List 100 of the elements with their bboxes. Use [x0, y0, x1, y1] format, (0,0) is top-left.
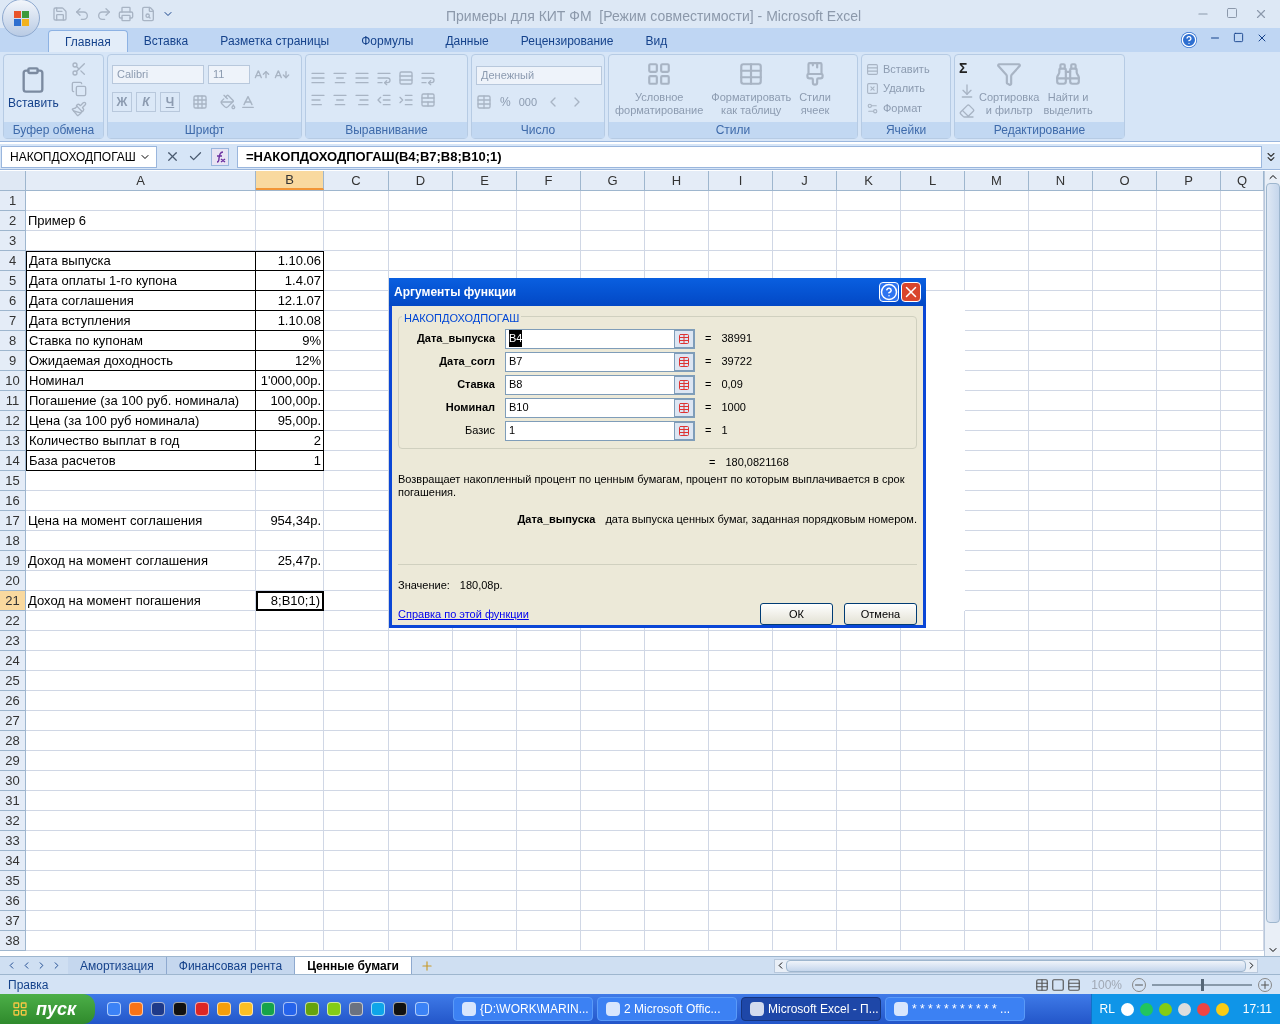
row-header[interactable]: 8 [0, 331, 26, 351]
row-header[interactable]: 13 [0, 431, 26, 451]
column-header[interactable]: F [517, 171, 581, 190]
column-header[interactable]: J [773, 171, 837, 190]
collapse-dialog-icon[interactable] [674, 421, 694, 440]
sheet-tab[interactable]: Ценные бумаги [295, 956, 412, 975]
help-icon[interactable] [879, 282, 899, 302]
row-header[interactable]: 7 [0, 311, 26, 331]
taskbar-button[interactable]: Microsoft Excel - П... [741, 997, 881, 1021]
close-icon[interactable] [1256, 32, 1268, 44]
column-header[interactable]: H [645, 171, 709, 190]
paste-button[interactable]: Вставить [8, 93, 59, 112]
row-header[interactable]: 35 [0, 871, 26, 891]
cancel-icon[interactable] [165, 149, 180, 164]
zoom-slider[interactable] [1152, 978, 1252, 991]
row-header[interactable]: 5 [0, 271, 26, 291]
row-header[interactable]: 27 [0, 711, 26, 731]
column-header[interactable]: C [324, 171, 389, 190]
argument-field[interactable]: B10 [505, 397, 695, 418]
ribbon-tab[interactable]: Вставка [127, 30, 205, 52]
cancel-button[interactable]: Отмена [844, 603, 917, 625]
row-header[interactable]: 38 [0, 931, 26, 951]
ribbon-tab[interactable]: Рецензирование [504, 30, 630, 52]
normal-view-icon[interactable] [1035, 977, 1050, 992]
taskbar-button[interactable]: 2 Microsoft Offic... [597, 997, 737, 1021]
column-header[interactable]: I [709, 171, 773, 190]
ribbon-tab[interactable]: Главная [48, 30, 128, 52]
restore-icon[interactable] [1233, 32, 1244, 43]
row-header[interactable]: 29 [0, 751, 26, 771]
horizontal-scrollbar[interactable] [774, 958, 1258, 973]
column-header[interactable]: E [453, 171, 517, 190]
ribbon-tab[interactable]: Данные [429, 30, 505, 52]
row-header[interactable]: 23 [0, 631, 26, 651]
taskbar-button[interactable]: {D:\WORK\MARIN... [453, 997, 593, 1021]
column-header[interactable]: P [1157, 171, 1221, 190]
collapse-dialog-icon[interactable] [674, 329, 694, 348]
page-layout-icon[interactable] [1051, 977, 1066, 992]
app-launcher-icon[interactable] [173, 1002, 187, 1016]
app-launcher-icon[interactable] [151, 1002, 165, 1016]
row-header[interactable]: 25 [0, 671, 26, 691]
name-box[interactable]: НАКОПДОХОДПОГАШ [1, 145, 157, 168]
preview-icon[interactable] [140, 6, 156, 22]
start-button[interactable]: пуск [0, 994, 95, 1024]
row-header[interactable]: 4 [0, 251, 26, 271]
scrollbar-thumb[interactable] [786, 959, 1246, 972]
tray-icon[interactable] [1139, 1002, 1153, 1016]
row-header[interactable]: 11 [0, 391, 26, 411]
column-header[interactable]: O [1093, 171, 1157, 190]
tray-icon[interactable] [1120, 1002, 1134, 1016]
row-header[interactable]: 12 [0, 411, 26, 431]
ribbon-tab[interactable]: Разметка страницы [204, 30, 346, 52]
new-sheet-icon[interactable] [420, 958, 434, 973]
row-header[interactable]: 22 [0, 611, 26, 631]
row-header[interactable]: 6 [0, 291, 26, 311]
format-painter-icon[interactable] [70, 100, 87, 117]
argument-field[interactable]: B4 [505, 328, 695, 349]
tray-icon[interactable] [1158, 1002, 1172, 1016]
help-link[interactable]: Справка по этой функции [398, 605, 529, 623]
row-header[interactable]: 34 [0, 851, 26, 871]
row-header[interactable]: 18 [0, 531, 26, 551]
page-break-icon[interactable] [1067, 977, 1082, 992]
ribbon-tab[interactable]: Вид [629, 30, 684, 52]
save-icon[interactable] [52, 6, 68, 22]
column-header[interactable]: N [1029, 171, 1093, 190]
tray-icon[interactable] [1215, 1002, 1229, 1016]
undo-icon[interactable] [74, 6, 90, 22]
row-header[interactable]: 20 [0, 571, 26, 591]
office-button[interactable] [2, 0, 40, 37]
select-all-corner[interactable] [0, 171, 26, 190]
row-header[interactable]: 10 [0, 371, 26, 391]
row-header[interactable]: 36 [0, 891, 26, 911]
formula-field[interactable]: =НАКОПДОХОДПОГАШ(B4;B7;B8;B10;1) [237, 145, 1262, 168]
row-header[interactable]: 16 [0, 491, 26, 511]
help-icon[interactable] [1181, 32, 1197, 48]
row-header[interactable]: 1 [0, 191, 26, 211]
row-header[interactable]: 26 [0, 691, 26, 711]
column-header[interactable]: G [581, 171, 645, 190]
collapse-dialog-icon[interactable] [674, 398, 694, 417]
column-header[interactable]: D [389, 171, 453, 190]
row-header[interactable]: 37 [0, 911, 26, 931]
row-header[interactable]: 15 [0, 471, 26, 491]
tray-icon[interactable] [1177, 1002, 1191, 1016]
app-launcher-icon[interactable] [393, 1002, 407, 1016]
column-header[interactable]: L [901, 171, 965, 190]
ribbon-tab[interactable]: Формулы [345, 30, 430, 52]
argument-field[interactable]: 1 [505, 420, 695, 441]
row-header[interactable]: 14 [0, 451, 26, 471]
sheet-tab[interactable]: Амортизация [68, 956, 167, 975]
row-header[interactable]: 24 [0, 651, 26, 671]
taskbar-button[interactable]: * * * * * * * * * * * ... [885, 997, 1025, 1021]
column-header[interactable]: M [965, 171, 1029, 190]
column-header[interactable]: K [837, 171, 901, 190]
column-header[interactable]: B [256, 171, 324, 190]
copy-icon[interactable] [70, 80, 87, 97]
row-header[interactable]: 28 [0, 731, 26, 751]
slider-thumb[interactable] [1201, 978, 1204, 991]
collapse-dialog-icon[interactable] [674, 352, 694, 371]
argument-field[interactable]: B7 [505, 351, 695, 372]
maximize-icon[interactable] [1226, 7, 1238, 19]
row-header[interactable]: 33 [0, 831, 26, 851]
